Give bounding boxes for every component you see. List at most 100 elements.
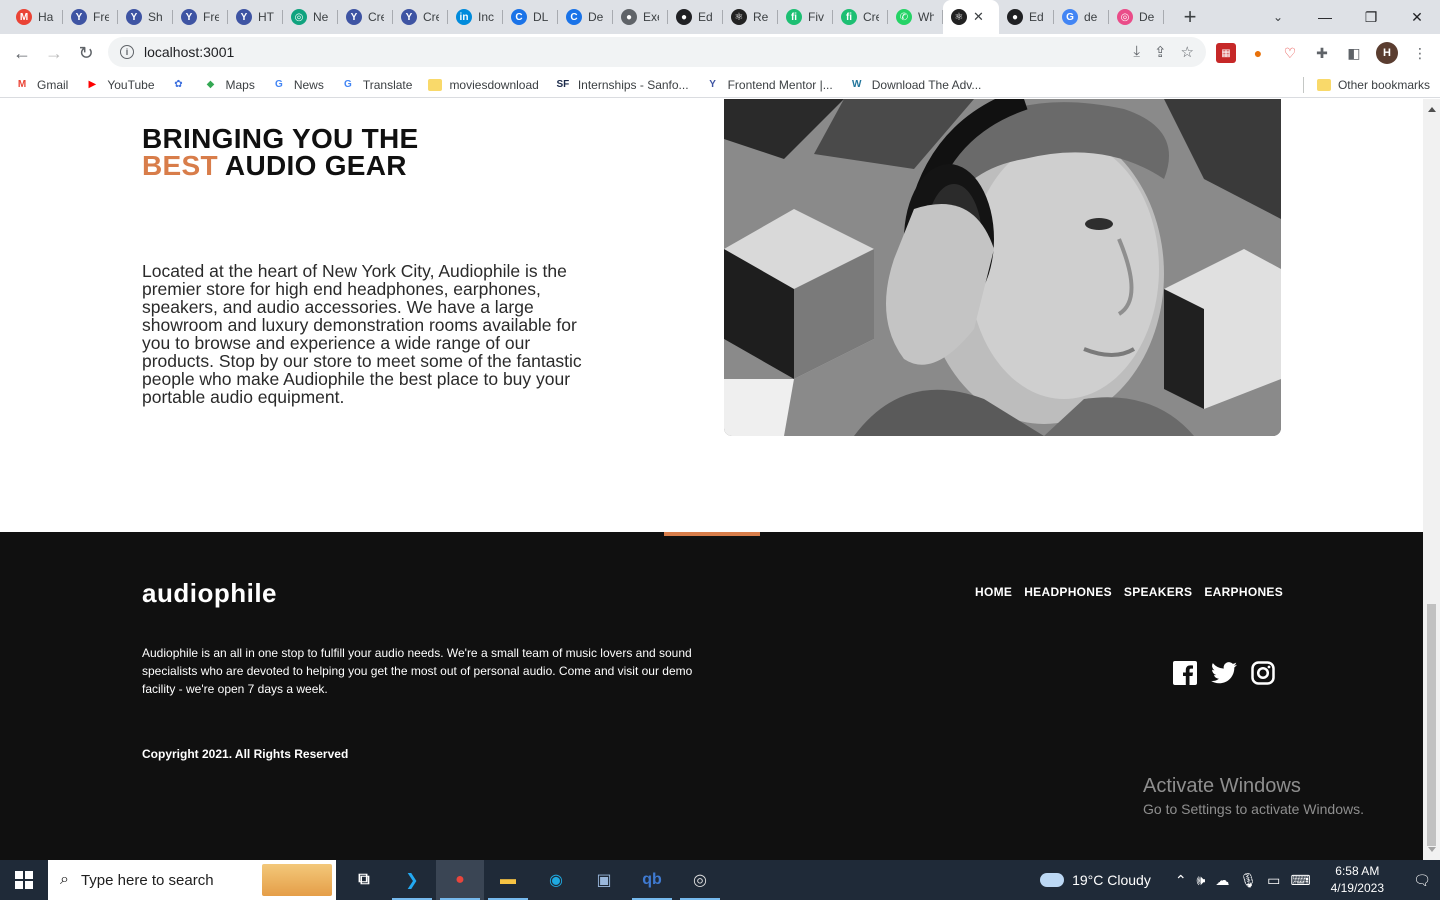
profile-avatar[interactable]: H — [1376, 42, 1398, 64]
side-panel-icon[interactable]: ◧ — [1344, 43, 1364, 63]
file-explorer-icon[interactable]: ▬ — [484, 860, 532, 900]
browser-tab[interactable]: ⚛ ✕ — [943, 0, 999, 34]
footer-logo[interactable]: audiophile — [142, 578, 277, 609]
tab-title: Ed — [698, 10, 713, 24]
footer-nav-speakers[interactable]: SPEAKERS — [1124, 585, 1192, 599]
control-panel-icon[interactable]: ▣ — [580, 860, 628, 900]
other-bookmarks-folder[interactable]: Other bookmarks — [1316, 72, 1430, 98]
tab-title: Cre — [863, 10, 879, 24]
volume-icon[interactable]: 🕪 — [1197, 872, 1206, 889]
install-app-icon[interactable]: ⤓ — [1133, 43, 1140, 61]
scrollbar-thumb[interactable] — [1427, 604, 1436, 846]
vscode-icon[interactable]: ❯ — [388, 860, 436, 900]
address-bar[interactable]: i localhost:3001 ⤓ ⇪ ☆ — [108, 37, 1206, 67]
facebook-icon[interactable] — [1173, 661, 1197, 690]
onedrive-icon[interactable]: ☁ — [1215, 872, 1229, 889]
extension-heart-icon[interactable]: ♡ — [1280, 43, 1300, 63]
microphone-icon[interactable]: 🎙 — [1239, 872, 1257, 889]
folder-icon — [1316, 79, 1331, 91]
footer-nav-earphones[interactable]: EARPHONES — [1204, 585, 1283, 599]
qbittorrent-icon[interactable]: qb — [628, 860, 676, 900]
footer-nav-headphones[interactable]: HEADPHONES — [1024, 585, 1112, 599]
keyboard-icon[interactable]: ⌨ — [1290, 872, 1310, 889]
close-window-icon[interactable]: ✕ — [1394, 0, 1440, 34]
github-icon: ● — [1007, 9, 1023, 25]
bookmark-item[interactable]: SF Internships - Sanfo... — [555, 77, 688, 93]
instagram-icon[interactable] — [1251, 661, 1275, 690]
close-tab-icon[interactable]: ✕ — [973, 9, 984, 25]
news-icon: G — [274, 79, 283, 90]
restore-icon[interactable]: ❐ — [1348, 0, 1394, 34]
weather-widget[interactable]: 19°C Cloudy — [1040, 872, 1151, 888]
extension-red-icon[interactable]: ▦ — [1216, 43, 1236, 63]
back-arrow-icon[interactable]: ← — [6, 37, 38, 69]
edge-icon[interactable]: ◉ — [532, 860, 580, 900]
obs-icon[interactable]: ◎ — [676, 860, 724, 900]
browser-tab[interactable]: ◎ Ne — [283, 0, 338, 34]
site-info-icon[interactable]: i — [120, 45, 134, 59]
browser-tab[interactable]: ● Ed — [668, 0, 723, 34]
browser-tab[interactable]: Y HT — [228, 0, 283, 34]
bookmark-item[interactable]: moviesdownload — [428, 78, 539, 92]
url-text[interactable]: localhost:3001 — [144, 44, 234, 60]
bookmark-item[interactable]: W Download The Adv... — [849, 77, 981, 93]
browser-tab[interactable]: Y Fre — [63, 0, 118, 34]
task-view-icon[interactable]: ⧉ — [340, 860, 388, 900]
browser-tab[interactable]: ✆ Wh — [888, 0, 943, 34]
browser-tab[interactable]: M Ha — [8, 0, 63, 34]
reload-icon[interactable]: ↻ — [70, 37, 102, 69]
bookmark-item[interactable]: Y Frontend Mentor |... — [705, 77, 833, 93]
scroll-down-icon[interactable] — [1428, 847, 1436, 852]
internship-icon: SF — [556, 79, 570, 90]
tab-search-icon[interactable]: ⌄ — [1266, 0, 1290, 34]
clock-date: 4/19/2023 — [1330, 881, 1384, 895]
browser-tab[interactable]: fi Fiv — [778, 0, 833, 34]
windows-start-icon[interactable] — [0, 860, 48, 900]
twitter-icon[interactable] — [1211, 662, 1237, 689]
bookmark-star-icon[interactable]: ☆ — [1181, 43, 1194, 61]
bookmark-item[interactable]: ✿ — [171, 77, 187, 93]
chrome-icon[interactable]: ● — [436, 860, 484, 900]
bookmark-item[interactable]: G News — [271, 77, 324, 93]
tab-title: Ha — [38, 10, 54, 24]
taskbar-clock[interactable]: 6:58 AM 4/19/2023 — [1331, 863, 1384, 897]
new-tab-button[interactable]: + — [1172, 0, 1208, 34]
browser-tab[interactable]: fi Cre — [833, 0, 888, 34]
frontendmentor-icon: Y — [401, 9, 417, 25]
bookmark-item[interactable]: ◆ Maps — [203, 77, 255, 93]
tray-chevron-icon[interactable]: ⌃ — [1175, 872, 1187, 889]
browser-tab[interactable]: C De — [558, 0, 613, 34]
share-icon[interactable]: ⇪ — [1154, 43, 1167, 61]
browser-tab[interactable]: ● Ed — [999, 0, 1054, 34]
browser-tab[interactable]: ● Exe — [613, 0, 668, 34]
site-footer: audiophile HOME HEADPHONES SPEAKERS EARP… — [0, 532, 1423, 860]
browser-tab[interactable]: C DL — [503, 0, 558, 34]
page-viewport: BRINGING YOU THE BEST AUDIO GEAR Located… — [0, 99, 1423, 860]
more-menu-icon[interactable]: ⋮ — [1410, 43, 1430, 63]
bookmark-item[interactable]: ▶ YouTube — [84, 77, 154, 93]
network-icon[interactable]: ▭ — [1267, 872, 1280, 889]
browser-tab[interactable]: ⚛ Re — [723, 0, 778, 34]
notification-icon[interactable]: 🗨 — [1404, 860, 1440, 900]
browser-tab[interactable]: Y Cre — [393, 0, 448, 34]
clock-time: 6:58 AM — [1335, 864, 1380, 878]
forward-arrow-icon[interactable]: → — [38, 37, 70, 69]
bookmark-item[interactable]: G Translate — [340, 77, 412, 93]
search-icon: ⌕ — [60, 871, 69, 888]
bookmark-item[interactable]: M Gmail — [14, 77, 69, 93]
minimize-icon[interactable]: — — [1302, 0, 1348, 34]
browser-tab[interactable]: Gde — [1054, 0, 1109, 34]
tab-title: Sh — [148, 10, 163, 24]
scroll-up-icon[interactable] — [1428, 107, 1436, 112]
taskbar-apps: ⧉ ❯ ● ▬ ◉ ▣ qb ◎ — [340, 860, 724, 900]
footer-nav-home[interactable]: HOME — [975, 585, 1012, 599]
extensions-puzzle-icon[interactable]: ✚ — [1312, 43, 1332, 63]
browser-tab[interactable]: ◎ De — [1109, 0, 1164, 34]
browser-tab[interactable]: Y Fre — [173, 0, 228, 34]
browser-tab[interactable]: in Inc — [448, 0, 503, 34]
browser-tab[interactable]: Y Cre — [338, 0, 393, 34]
extension-orange-icon[interactable]: ● — [1248, 43, 1268, 63]
page-scrollbar[interactable] — [1423, 99, 1440, 860]
taskbar-search-box[interactable]: ⌕ Type here to search — [48, 860, 336, 900]
browser-tab[interactable]: Y Sh — [118, 0, 173, 34]
